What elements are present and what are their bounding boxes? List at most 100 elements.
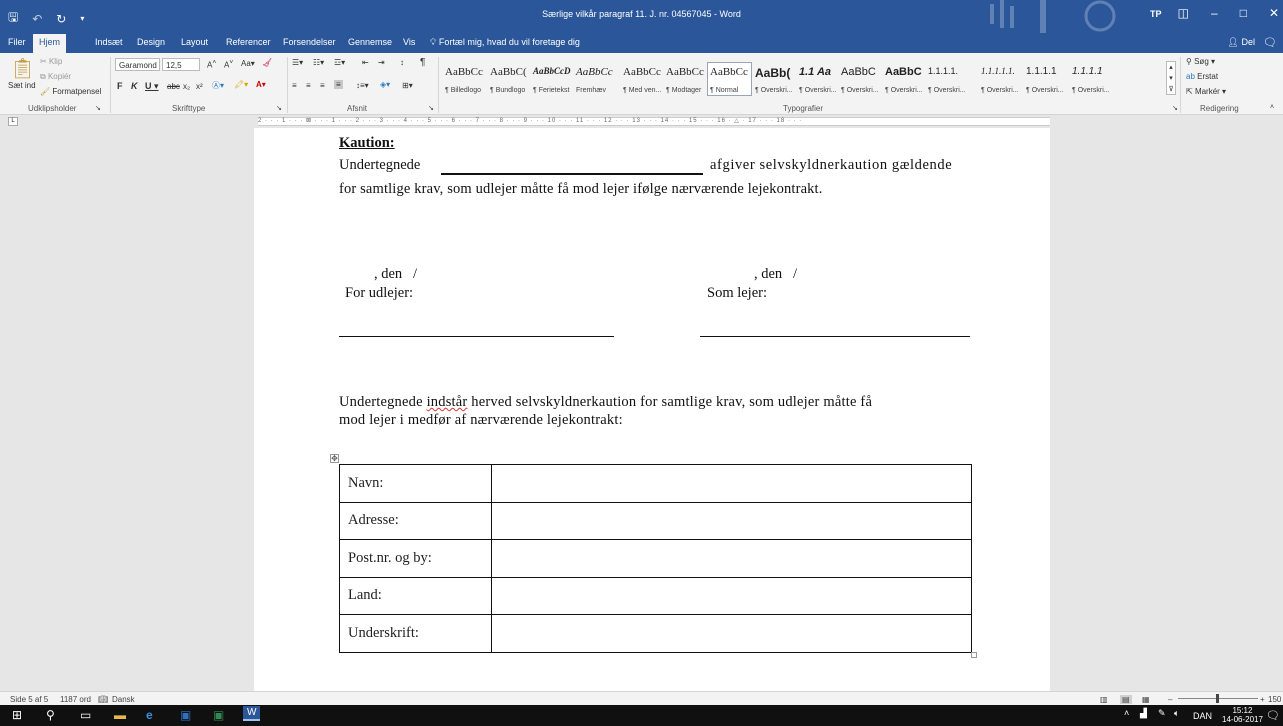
page-count[interactable]: Side 5 af 5 bbox=[10, 695, 48, 704]
tab-layout[interactable]: Layout bbox=[181, 37, 208, 47]
format-painter-button[interactable]: 🖌︎ Formatpensel bbox=[40, 87, 101, 96]
paste-icon[interactable]: 📋︎ bbox=[10, 56, 35, 81]
font-launcher-icon[interactable]: ↘ bbox=[276, 104, 282, 112]
style-item[interactable]: 1.1 Aa ¶ Overskri... bbox=[796, 62, 838, 96]
volume-icon[interactable]: 🔈︎ bbox=[1174, 708, 1179, 719]
maximize-button[interactable]: □ bbox=[1240, 6, 1247, 20]
justify-icon[interactable]: ≡ bbox=[334, 80, 343, 89]
paste-button[interactable]: Sæt ind bbox=[8, 81, 36, 90]
tab-insert[interactable]: Indsæt bbox=[95, 37, 123, 47]
edge-browser-icon[interactable]: e bbox=[146, 708, 153, 722]
zoom-out-button[interactable]: – bbox=[1168, 695, 1172, 704]
input-language[interactable]: DAN bbox=[1193, 711, 1212, 721]
show-formatting-icon[interactable]: ¶ bbox=[420, 57, 425, 68]
zoom-thumb[interactable] bbox=[1216, 694, 1219, 703]
font-size-select[interactable]: 12,5 bbox=[162, 58, 200, 71]
tab-view[interactable]: Vis bbox=[403, 37, 415, 47]
clock[interactable]: 15:12 14-06-2017 bbox=[1222, 706, 1263, 724]
font-name-select[interactable]: Garamond bbox=[115, 58, 160, 71]
cut-button[interactable]: ✂ Klip bbox=[40, 57, 62, 66]
find-button[interactable]: ⚲ Søg ▾ bbox=[1186, 57, 1215, 66]
change-case-icon[interactable]: Aa▾ bbox=[241, 59, 255, 68]
style-item[interactable]: 1.1.1.1 ¶ Overskri... bbox=[1069, 62, 1115, 96]
document-page[interactable]: Kaution: Undertegnede afgiver selvskyldn… bbox=[254, 128, 1050, 691]
table-label-cell[interactable]: Underskrift: bbox=[339, 614, 492, 653]
style-item[interactable]: AaBbCc ¶ Normal bbox=[707, 62, 752, 96]
share-button[interactable]: 👤︎ Del bbox=[1228, 37, 1255, 48]
table-value-cell[interactable] bbox=[491, 539, 972, 578]
outlook-icon[interactable]: ▣ bbox=[180, 708, 191, 722]
superscript-button[interactable]: x² bbox=[196, 82, 203, 91]
table-label-cell[interactable]: Navn: bbox=[339, 464, 492, 503]
search-icon[interactable]: ⚲ bbox=[46, 708, 55, 722]
print-layout-icon[interactable]: ▤ bbox=[1120, 695, 1132, 704]
table-value-cell[interactable] bbox=[491, 501, 972, 540]
web-layout-icon[interactable]: ▦ bbox=[1142, 695, 1150, 704]
word-taskbar-icon[interactable]: W bbox=[243, 706, 261, 721]
clear-formatting-icon[interactable]: 🧹︎ bbox=[262, 58, 272, 67]
borders-icon[interactable]: ⊞▾ bbox=[402, 81, 413, 90]
grow-font-icon[interactable]: A˄ bbox=[207, 59, 216, 70]
subscript-button[interactable]: x₂ bbox=[183, 82, 190, 91]
bullets-icon[interactable]: ☰▾ bbox=[292, 58, 303, 67]
paragraph-launcher-icon[interactable]: ↘ bbox=[428, 104, 434, 112]
shading-icon[interactable]: ◈▾ bbox=[380, 80, 390, 89]
pen-icon[interactable]: ✎ bbox=[1158, 708, 1166, 719]
excel-icon[interactable]: ▣ bbox=[213, 708, 224, 722]
comments-icon[interactable]: 🗨︎ bbox=[1263, 36, 1277, 49]
align-left-icon[interactable]: ≡ bbox=[292, 81, 297, 90]
multilevel-list-icon[interactable]: ☲▾ bbox=[334, 58, 345, 67]
styles-scroll[interactable]: ▴ ▾ ⊽ bbox=[1166, 61, 1176, 95]
proofing-icon[interactable]: 📖︎ bbox=[98, 695, 108, 704]
tab-review[interactable]: Gennemse bbox=[348, 37, 392, 47]
sort-icon[interactable]: ↕ bbox=[400, 58, 404, 67]
style-item[interactable]: AaBbCc ¶ Med ven... bbox=[620, 62, 663, 96]
word-count[interactable]: 1187 ord bbox=[60, 695, 91, 704]
user-initials[interactable]: TP bbox=[1150, 9, 1162, 19]
style-item[interactable]: AaBbCcD ¶ Ferietekst bbox=[530, 62, 573, 96]
style-item[interactable]: AaBbCc Fremhæv bbox=[573, 62, 620, 96]
replace-button[interactable]: ab Erstat bbox=[1186, 72, 1218, 81]
spelling-flag-indstar[interactable]: indstår bbox=[427, 394, 468, 410]
table-label-cell[interactable]: Post.nr. og by: bbox=[339, 539, 492, 578]
highlight-color-icon[interactable]: 🖍︎▾ bbox=[234, 80, 248, 89]
style-item[interactable]: AaBbC ¶ Overskri... bbox=[882, 62, 925, 96]
collapse-ribbon-icon[interactable]: ˄ bbox=[1270, 104, 1274, 111]
style-item[interactable]: 1.1.1.1. ¶ Overskri... bbox=[925, 62, 978, 96]
ribbon-display-icon[interactable]: ◫ bbox=[1178, 6, 1189, 20]
language-indicator[interactable]: Dansk bbox=[112, 695, 135, 704]
table-resize-handle[interactable] bbox=[971, 652, 977, 658]
numbering-icon[interactable]: ☷▾ bbox=[313, 58, 324, 67]
table-label-cell[interactable]: Adresse: bbox=[339, 501, 492, 540]
tab-file[interactable]: Filer bbox=[8, 37, 26, 47]
bold-button[interactable]: F bbox=[117, 81, 123, 91]
style-item[interactable]: AaBbC ¶ Overskri... bbox=[838, 62, 882, 96]
table-value-cell[interactable] bbox=[491, 576, 972, 615]
increase-indent-icon[interactable]: ⇥ bbox=[378, 58, 385, 67]
align-center-icon[interactable]: ≡ bbox=[306, 81, 311, 90]
tab-selector[interactable]: L bbox=[8, 117, 18, 126]
italic-button[interactable]: K bbox=[131, 81, 138, 91]
style-item[interactable]: 1.1.1.1 ¶ Overskri... bbox=[1023, 62, 1069, 96]
tab-references[interactable]: Referencer bbox=[226, 37, 271, 47]
table-value-cell[interactable] bbox=[491, 614, 972, 653]
minimize-button[interactable]: – bbox=[1211, 6, 1218, 20]
strikethrough-button[interactable]: abc bbox=[167, 82, 180, 91]
select-button[interactable]: ⇱ Markér ▾ bbox=[1186, 87, 1226, 96]
style-item[interactable]: AaBbCc ¶ Billedlogo bbox=[442, 62, 487, 96]
align-right-icon[interactable]: ≡ bbox=[320, 81, 325, 90]
styles-launcher-icon[interactable]: ↘ bbox=[1172, 104, 1178, 112]
task-view-icon[interactable]: ▭ bbox=[80, 708, 91, 722]
network-icon[interactable]: ▟ bbox=[1140, 708, 1147, 719]
zoom-in-button[interactable]: + bbox=[1260, 695, 1265, 704]
tell-me-box[interactable]: 💡︎ Fortæl mig, hvad du vil foretage dig bbox=[430, 37, 580, 48]
style-item[interactable]: AaBb(¶ Overskri... bbox=[752, 62, 796, 96]
clipboard-launcher-icon[interactable]: ↘ bbox=[95, 104, 101, 112]
style-item[interactable]: AaBbCc ¶ Modtager bbox=[663, 62, 707, 96]
line-spacing-icon[interactable]: ↕≡▾ bbox=[356, 81, 369, 90]
table-label-cell[interactable]: Land: bbox=[339, 576, 492, 615]
tab-design[interactable]: Design bbox=[137, 37, 165, 47]
action-center-icon[interactable]: 🗨︎ bbox=[1266, 709, 1280, 722]
text-effects-icon[interactable]: Ⓐ▾ bbox=[212, 80, 224, 91]
underline-button[interactable]: U ▾ bbox=[145, 81, 159, 92]
